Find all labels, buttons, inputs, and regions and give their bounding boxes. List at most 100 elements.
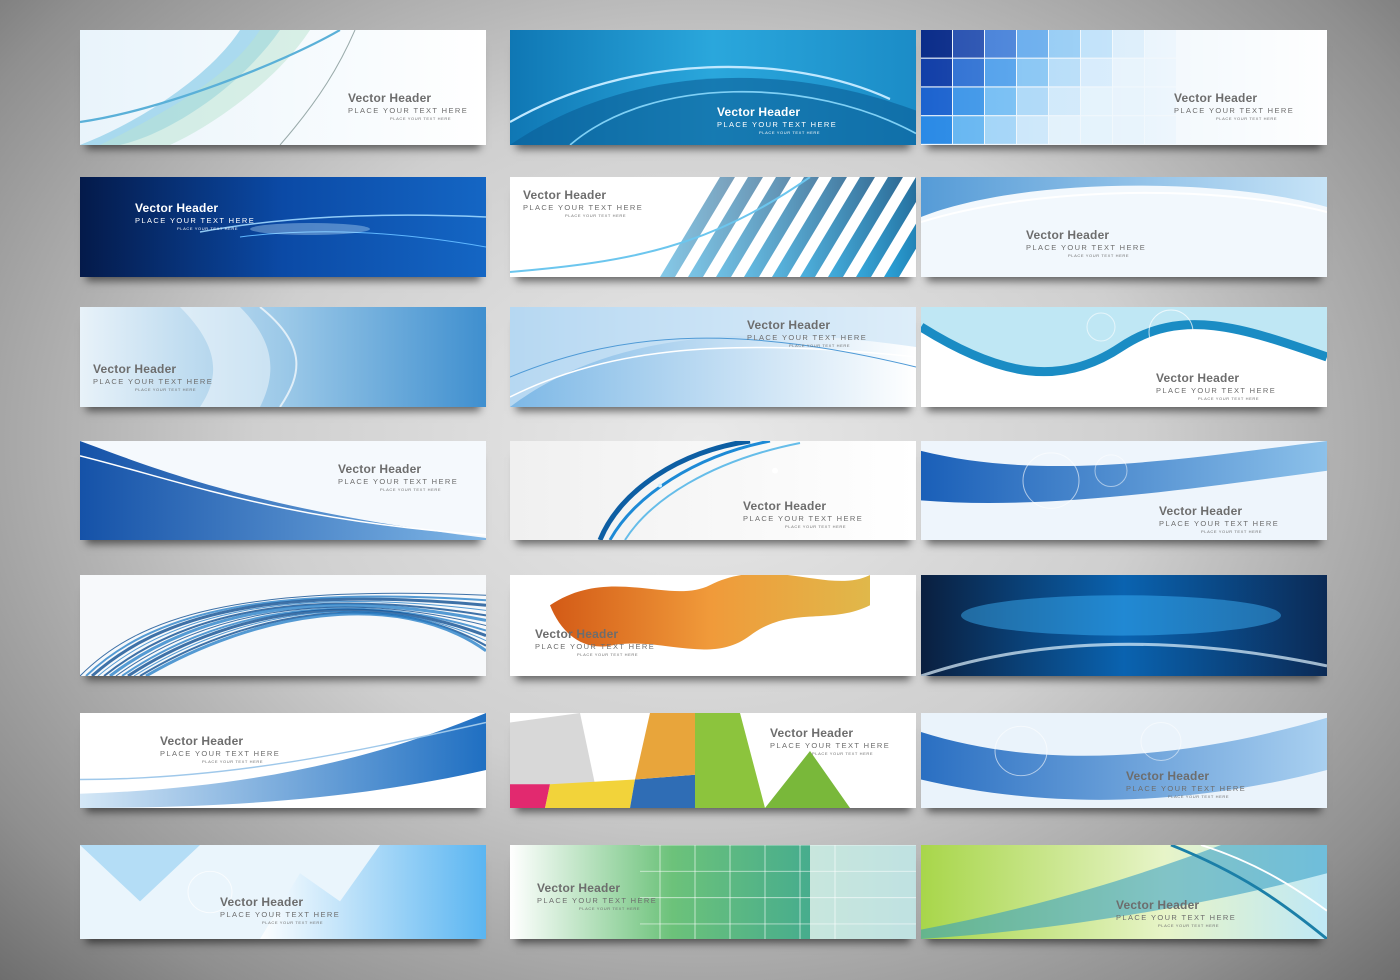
banner-artwork [510, 30, 916, 145]
banner-title: Vector Header [348, 91, 432, 105]
banner-title: Vector Header [523, 188, 607, 202]
banner-title: Vector Header [537, 881, 621, 895]
banner-title: Vector Header [1116, 898, 1200, 912]
banner-title: Vector Header [338, 462, 422, 476]
banner-subtitle: PLACE YOUR TEXT HERE [535, 642, 656, 651]
banner-15 [921, 575, 1327, 676]
banner-title: Vector Header [1126, 769, 1210, 783]
banner-9: Vector Header PLACE YOUR TEXT HERE PLACE Y… [921, 307, 1327, 407]
banner-title: Vector Header [717, 105, 801, 119]
banner-title: Vector Header [1026, 228, 1110, 242]
banner-text-block: Vector Header PLACE YOUR TEXT HERE PLACE Y… [523, 189, 643, 218]
banner-artwork [510, 575, 916, 676]
banner-2: Vector Header PLACE YOUR TEXT HERE PLACE Y… [510, 30, 916, 145]
banner-tagline: PLACE YOUR TEXT HERE [759, 129, 821, 135]
banner-subtitle: PLACE YOUR TEXT HERE [1159, 519, 1280, 528]
banner-5: Vector Header PLACE YOUR TEXT HERE PLACE Y… [510, 177, 916, 277]
banner-21: Vector Header PLACE YOUR TEXT HERE PLACE Y… [921, 845, 1327, 939]
banner-subtitle: PLACE YOUR TEXT HERE [93, 377, 214, 386]
banner-title: Vector Header [160, 734, 244, 748]
banner-title: Vector Header [747, 318, 831, 332]
banner-tagline: PLACE YOUR TEXT HERE [789, 342, 851, 348]
banner-text-block: Vector Header PLACE YOUR TEXT HERE PLACE Y… [1156, 372, 1276, 401]
banner-text-block: Vector Header PLACE YOUR TEXT HERE PLACE Y… [220, 896, 340, 925]
banner-tagline: PLACE YOUR TEXT HERE [1198, 395, 1260, 401]
banner-text-block: Vector Header PLACE YOUR TEXT HERE PLACE Y… [1116, 899, 1236, 928]
banner-subtitle: PLACE YOUR TEXT HERE [523, 203, 644, 212]
banner-7: Vector Header PLACE YOUR TEXT HERE PLACE Y… [80, 307, 486, 407]
banner-text-block: Vector Header PLACE YOUR TEXT HERE PLACE Y… [160, 735, 280, 764]
banner-subtitle: PLACE YOUR TEXT HERE [770, 741, 891, 750]
banner-subtitle: PLACE YOUR TEXT HERE [135, 216, 256, 225]
banner-14: Vector Header PLACE YOUR TEXT HERE PLACE Y… [510, 575, 916, 676]
banner-8: Vector Header PLACE YOUR TEXT HERE PLACE Y… [510, 307, 916, 407]
banner-text-block: Vector Header PLACE YOUR TEXT HERE PLACE Y… [1159, 505, 1279, 534]
banner-13 [80, 575, 486, 676]
banner-subtitle: PLACE YOUR TEXT HERE [1126, 784, 1247, 793]
banner-subtitle: PLACE YOUR TEXT HERE [1026, 243, 1147, 252]
banner-tagline: PLACE YOUR TEXT HERE [812, 750, 874, 756]
banner-artwork [80, 575, 486, 676]
banner-subtitle: PLACE YOUR TEXT HERE [717, 120, 838, 129]
banner-text-block: Vector Header PLACE YOUR TEXT HERE PLACE Y… [338, 463, 458, 492]
banner-title: Vector Header [743, 499, 827, 513]
banner-12: Vector Header PLACE YOUR TEXT HERE PLACE Y… [921, 441, 1327, 540]
banner-text-block: Vector Header PLACE YOUR TEXT HERE PLACE Y… [1026, 229, 1146, 258]
banner-text-block: Vector Header PLACE YOUR TEXT HERE PLACE Y… [348, 92, 468, 121]
banner-text-block: Vector Header PLACE YOUR TEXT HERE PLACE Y… [743, 500, 863, 529]
banner-subtitle: PLACE YOUR TEXT HERE [1116, 913, 1237, 922]
banner-18: Vector Header PLACE YOUR TEXT HERE PLACE Y… [921, 713, 1327, 808]
banner-subtitle: PLACE YOUR TEXT HERE [348, 106, 469, 115]
banner-subtitle: PLACE YOUR TEXT HERE [1174, 106, 1295, 115]
banner-tagline: PLACE YOUR TEXT HERE [1158, 922, 1220, 928]
banner-text-block: Vector Header PLACE YOUR TEXT HERE PLACE Y… [1126, 770, 1246, 799]
banner-tagline: PLACE YOUR TEXT HERE [1216, 115, 1278, 121]
banner-tagline: PLACE YOUR TEXT HERE [565, 212, 627, 218]
banner-6: Vector Header PLACE YOUR TEXT HERE PLACE Y… [921, 177, 1327, 277]
banner-title: Vector Header [220, 895, 304, 909]
banner-tagline: PLACE YOUR TEXT HERE [1168, 793, 1230, 799]
banner-text-block: Vector Header PLACE YOUR TEXT HERE PLACE Y… [1174, 92, 1294, 121]
banner-title: Vector Header [93, 362, 177, 376]
banner-artwork [80, 30, 486, 145]
banner-subtitle: PLACE YOUR TEXT HERE [1156, 386, 1277, 395]
banner-subtitle: PLACE YOUR TEXT HERE [743, 514, 864, 523]
banner-tagline: PLACE YOUR TEXT HERE [579, 905, 641, 911]
banner-tagline: PLACE YOUR TEXT HERE [577, 651, 639, 657]
banner-19: Vector Header PLACE YOUR TEXT HERE PLACE Y… [80, 845, 486, 939]
banner-text-block: Vector Header PLACE YOUR TEXT HERE PLACE Y… [717, 106, 837, 135]
banner-17: Vector Header PLACE YOUR TEXT HERE PLACE Y… [510, 713, 916, 808]
banner-subtitle: PLACE YOUR TEXT HERE [160, 749, 281, 758]
banner-artwork [921, 575, 1327, 676]
banner-text-block: Vector Header PLACE YOUR TEXT HERE PLACE Y… [747, 319, 867, 348]
banner-11: Vector Header PLACE YOUR TEXT HERE PLACE Y… [510, 441, 916, 540]
banner-artwork [80, 845, 486, 939]
banner-tagline: PLACE YOUR TEXT HERE [177, 225, 239, 231]
banner-tagline: PLACE YOUR TEXT HERE [380, 486, 442, 492]
banner-subtitle: PLACE YOUR TEXT HERE [747, 333, 868, 342]
banner-16: Vector Header PLACE YOUR TEXT HERE PLACE Y… [80, 713, 486, 808]
banner-subtitle: PLACE YOUR TEXT HERE [537, 896, 658, 905]
banner-text-block: Vector Header PLACE YOUR TEXT HERE PLACE Y… [535, 628, 655, 657]
banner-10: Vector Header PLACE YOUR TEXT HERE PLACE Y… [80, 441, 486, 540]
banner-subtitle: PLACE YOUR TEXT HERE [338, 477, 459, 486]
banner-text-block: Vector Header PLACE YOUR TEXT HERE PLACE Y… [135, 202, 255, 231]
banner-artwork [921, 177, 1327, 277]
banner-title: Vector Header [135, 201, 219, 215]
banner-grid: Vector Header PLACE YOUR TEXT HERE PLACE Y… [0, 0, 1400, 980]
banner-tagline: PLACE YOUR TEXT HERE [785, 523, 847, 529]
banner-20: Vector Header PLACE YOUR TEXT HERE PLACE Y… [510, 845, 916, 939]
banner-title: Vector Header [1156, 371, 1240, 385]
banner-3: Vector Header PLACE YOUR TEXT HERE PLACE Y… [921, 30, 1327, 145]
banner-1: Vector Header PLACE YOUR TEXT HERE PLACE Y… [80, 30, 486, 145]
banner-text-block: Vector Header PLACE YOUR TEXT HERE PLACE Y… [93, 363, 213, 392]
banner-tagline: PLACE YOUR TEXT HERE [1068, 252, 1130, 258]
banner-text-block: Vector Header PLACE YOUR TEXT HERE PLACE Y… [770, 727, 890, 756]
banner-artwork [80, 307, 486, 407]
banner-tagline: PLACE YOUR TEXT HERE [390, 115, 452, 121]
banner-title: Vector Header [535, 627, 619, 641]
banner-4: Vector Header PLACE YOUR TEXT HERE PLACE Y… [80, 177, 486, 277]
banner-title: Vector Header [1159, 504, 1243, 518]
banner-title: Vector Header [1174, 91, 1258, 105]
banner-tagline: PLACE YOUR TEXT HERE [262, 919, 324, 925]
